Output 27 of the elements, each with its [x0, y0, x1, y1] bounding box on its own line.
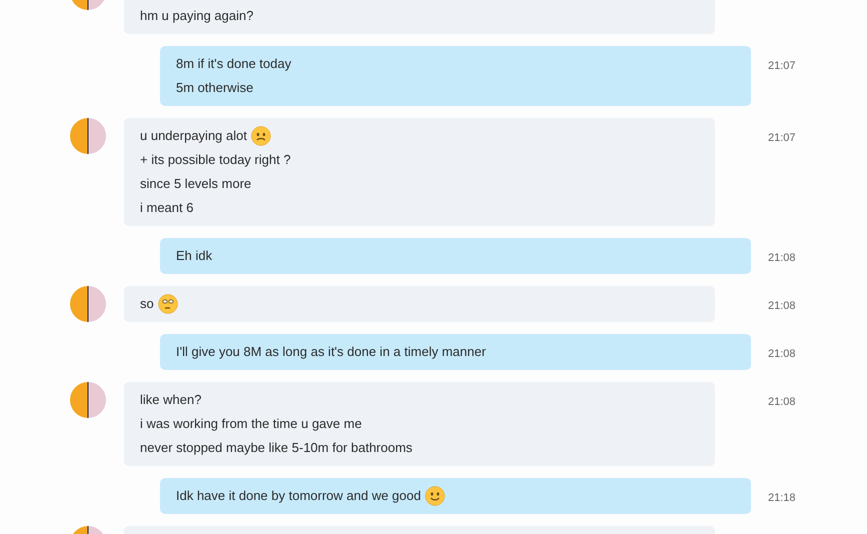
message-text: I'll give you 8M as long as it's done in a timely manner [176, 343, 486, 361]
timestamp: 21:18 [768, 491, 796, 506]
message-text: hm u paying again? [140, 7, 254, 25]
sad-face-icon [250, 126, 271, 146]
timestamp: 21:08 [768, 251, 796, 266]
smiling-face-icon [424, 486, 445, 506]
timestamp: 21:07 [768, 131, 796, 146]
timestamp: 21:08 [768, 395, 796, 410]
timestamp: 21:08 [768, 347, 796, 362]
avatar [70, 118, 106, 154]
message-text: + its possible today right ? [140, 151, 291, 169]
message-text: 8m if it's done today [176, 55, 292, 73]
message-text: like when? [140, 391, 202, 409]
message-text: 5m otherwise [176, 79, 254, 97]
message-text: never stopped maybe like 5-10m for bathrooms [140, 439, 412, 457]
message-text: Idk have it done by tomorrow and we good [176, 487, 421, 505]
timestamp: 21:08 [768, 299, 796, 314]
message-text: i meant 6 [140, 199, 194, 217]
message-text: since 5 levels more [140, 175, 252, 193]
message-text: Eh idk [176, 247, 212, 265]
timestamp: 21:07 [768, 59, 796, 74]
avatar [70, 286, 106, 322]
message-text: so [140, 295, 154, 313]
eye-roll-face-icon [158, 294, 178, 314]
avatar [70, 382, 106, 418]
message-text: i was working from the time u gave me [140, 415, 362, 433]
message-text: u underpaying alot [140, 127, 247, 145]
